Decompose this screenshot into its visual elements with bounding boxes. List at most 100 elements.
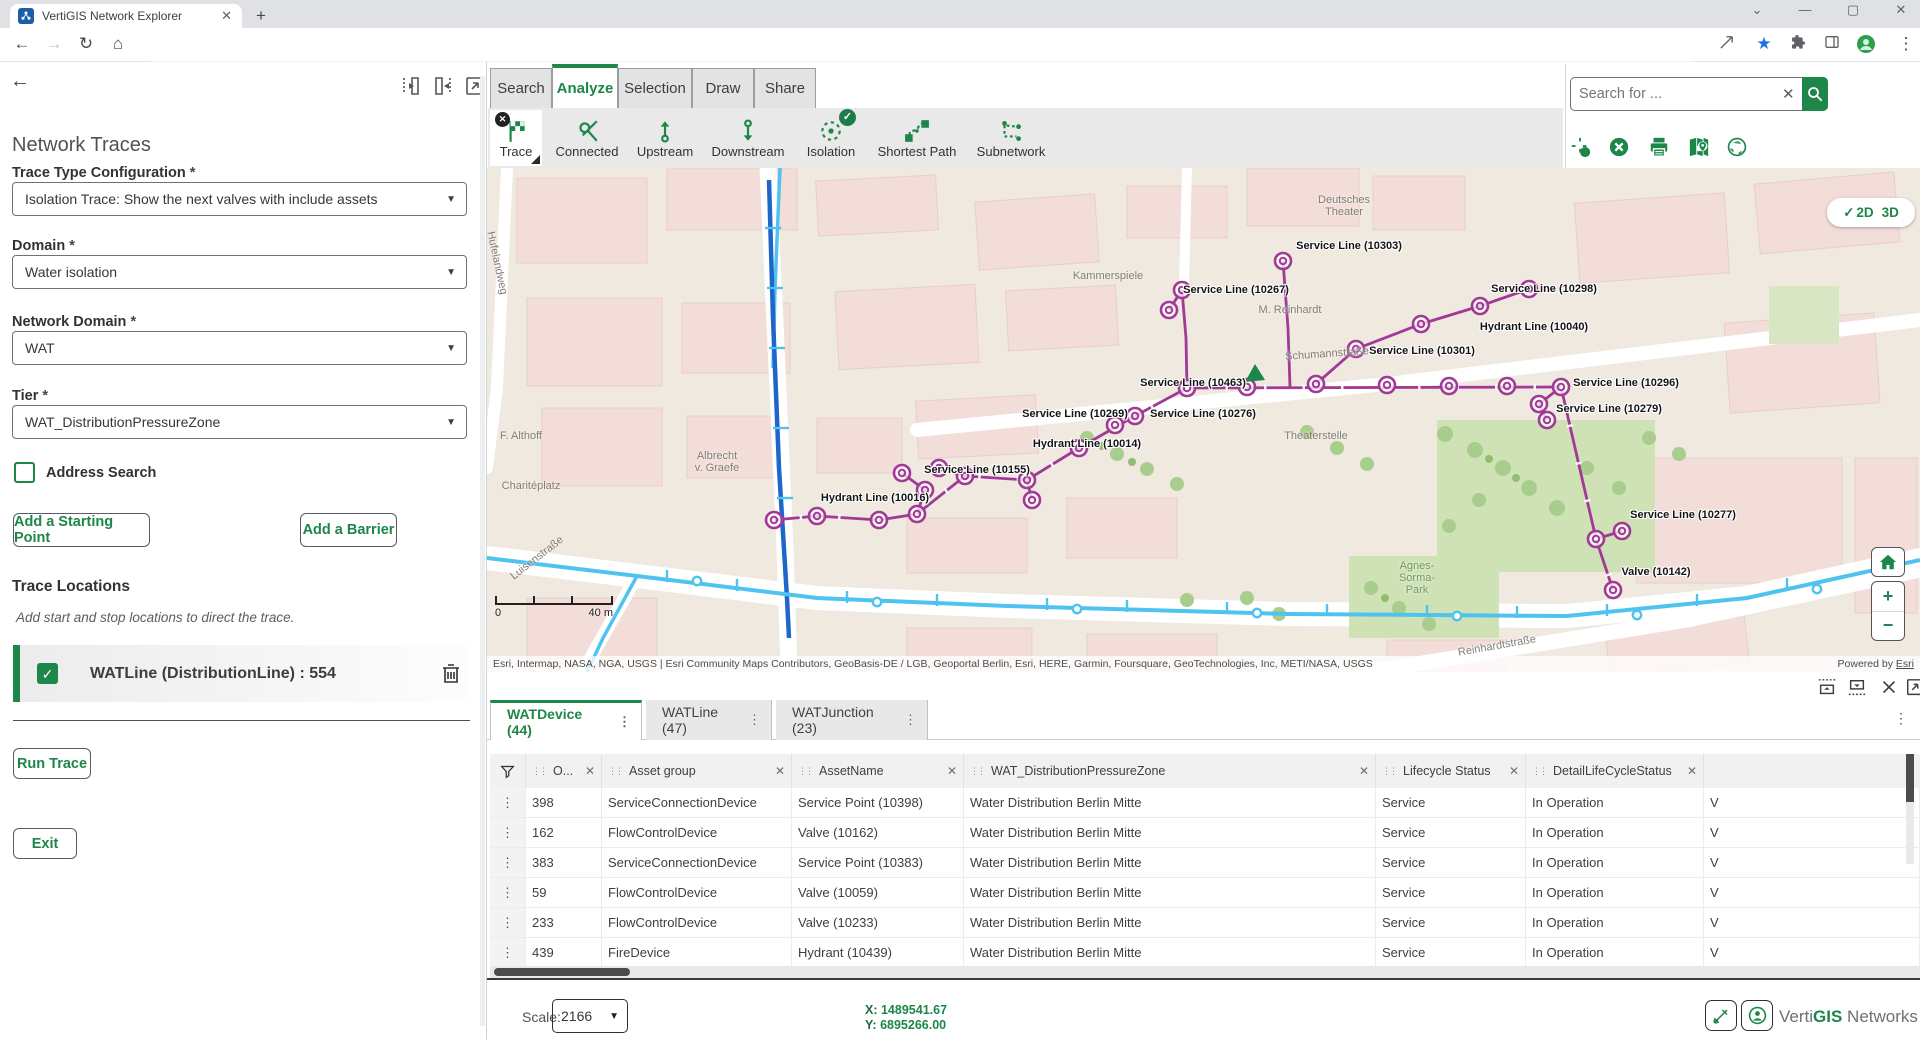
- trace-type-dropdown[interactable]: Isolation Trace: Show the next valves wi…: [12, 182, 467, 216]
- column-header[interactable]: ⋮⋮ O... ✕: [526, 754, 602, 788]
- side-panel-icon[interactable]: [1824, 34, 1848, 50]
- results-options-kebab-icon[interactable]: ⋮: [1894, 710, 1908, 727]
- bookmark-star-icon[interactable]: ★: [1752, 34, 1776, 54]
- table-row[interactable]: ⋮ 383 ServiceConnectionDevice Service Po…: [490, 848, 1920, 878]
- drag-handle-icon[interactable]: ⋮⋮: [608, 766, 622, 777]
- window-maximize-icon[interactable]: ▢: [1836, 2, 1870, 18]
- trace-location-checkbox[interactable]: ✓: [37, 663, 58, 684]
- results-tab[interactable]: WATLine (47) ⋮: [646, 700, 772, 740]
- ribbon-tool[interactable]: ✕✓ Subnetwork: [966, 110, 1056, 166]
- open-results-window-icon[interactable]: [1905, 678, 1920, 696]
- table-row[interactable]: ⋮ 59 FlowControlDevice Valve (10059) Wat…: [490, 878, 1920, 908]
- ribbon-tool[interactable]: ✕✓ Trace: [490, 110, 542, 166]
- remove-column-icon[interactable]: ✕: [775, 764, 785, 778]
- row-kebab-icon[interactable]: ⋮: [490, 818, 526, 848]
- browser-menu-kebab-icon[interactable]: ⋮: [1894, 34, 1918, 54]
- drag-handle-icon[interactable]: ⋮⋮: [1382, 766, 1396, 777]
- ribbon-tool[interactable]: ✕✓ Isolation: [794, 110, 868, 166]
- browser-tab[interactable]: VertiGIS Network Explorer ✕: [10, 4, 242, 28]
- share-icon[interactable]: [1718, 34, 1742, 51]
- map-action-icon[interactable]: [1688, 136, 1710, 158]
- panel-scrollbar[interactable]: [480, 76, 485, 1026]
- drag-handle-icon[interactable]: ⋮⋮: [970, 766, 984, 777]
- row-kebab-icon[interactable]: ⋮: [490, 848, 526, 878]
- table-row[interactable]: ⋮ 233 FlowControlDevice Valve (10233) Wa…: [490, 908, 1920, 938]
- results-tab[interactable]: WATJunction (23) ⋮: [776, 700, 928, 740]
- remove-column-icon[interactable]: ✕: [1687, 764, 1697, 778]
- grid-vertical-scrollbar[interactable]: [1906, 754, 1914, 864]
- toggle-3d[interactable]: 3D: [1882, 205, 1899, 220]
- drag-handle-icon[interactable]: ⋮⋮: [532, 766, 546, 777]
- map-action-icon[interactable]: [1648, 136, 1670, 158]
- window-minimize-icon[interactable]: —: [1788, 2, 1822, 17]
- dock-panel-right-icon[interactable]: [432, 75, 454, 97]
- map-home-button[interactable]: [1871, 547, 1905, 577]
- back-icon[interactable]: ←: [10, 34, 34, 54]
- remove-column-icon[interactable]: ✕: [947, 764, 957, 778]
- tab-kebab-icon[interactable]: ⋮: [618, 714, 631, 730]
- run-trace-button[interactable]: Run Trace: [13, 748, 91, 779]
- window-menu-icon[interactable]: ⌄: [1740, 2, 1774, 18]
- close-results-icon[interactable]: [1879, 678, 1899, 696]
- new-tab-button[interactable]: +: [256, 6, 266, 26]
- ribbon-tool[interactable]: ✕✓ Connected: [546, 110, 628, 166]
- table-row[interactable]: ⋮ 162 FlowControlDevice Valve (10162) Wa…: [490, 818, 1920, 848]
- add-starting-point-button[interactable]: Add a Starting Point: [13, 513, 150, 547]
- zoom-in-button[interactable]: +: [1872, 582, 1904, 612]
- ribbon-tab[interactable]: Selection: [618, 68, 692, 108]
- map-action-icon[interactable]: [1608, 136, 1630, 158]
- row-kebab-icon[interactable]: ⋮: [490, 788, 526, 818]
- extensions-icon[interactable]: [1790, 34, 1814, 50]
- ribbon-tool[interactable]: ✕✓ Downstream: [702, 110, 794, 166]
- tab-kebab-icon[interactable]: ⋮: [748, 712, 761, 728]
- domain-dropdown[interactable]: Water isolation▼: [12, 255, 467, 289]
- remove-column-icon[interactable]: ✕: [1509, 764, 1519, 778]
- user-button[interactable]: [1741, 1000, 1773, 1031]
- table-row[interactable]: ⋮ 398 ServiceConnectionDevice Service Po…: [490, 788, 1920, 818]
- dock-top-icon[interactable]: [1817, 678, 1837, 696]
- network-domain-dropdown[interactable]: WAT▼: [12, 331, 467, 365]
- tab-close-icon[interactable]: ✕: [219, 8, 234, 24]
- row-kebab-icon[interactable]: ⋮: [490, 938, 526, 968]
- search-button[interactable]: [1802, 77, 1828, 111]
- exit-button[interactable]: Exit: [13, 828, 77, 859]
- zoom-out-button[interactable]: −: [1872, 612, 1904, 641]
- row-kebab-icon[interactable]: ⋮: [490, 908, 526, 938]
- tier-dropdown[interactable]: WAT_DistributionPressureZone▼: [12, 405, 467, 439]
- forward-icon[interactable]: →: [42, 34, 66, 54]
- trace-location-item[interactable]: ✓ WATLine (DistributionLine) : 554: [13, 645, 470, 702]
- ribbon-tab[interactable]: Share: [754, 68, 816, 108]
- filter-header-cell[interactable]: [490, 754, 526, 788]
- column-header[interactable]: ⋮⋮ DetailLifeCycleStatus ✕: [1526, 754, 1704, 788]
- reload-icon[interactable]: ↻: [74, 34, 98, 54]
- ribbon-tab[interactable]: Analyze: [552, 64, 618, 108]
- tools-button[interactable]: [1705, 1000, 1737, 1031]
- map-view[interactable]: Service Line (10303)Service Line (10267)…: [487, 168, 1920, 672]
- address-search-checkbox[interactable]: [14, 462, 35, 483]
- map-action-icon[interactable]: i: [1570, 136, 1592, 158]
- drag-handle-icon[interactable]: ⋮⋮: [1532, 766, 1546, 777]
- ribbon-tool[interactable]: ✕✓ Upstream: [628, 110, 702, 166]
- map-search-box[interactable]: ✕: [1570, 77, 1828, 111]
- ribbon-tab[interactable]: Search: [490, 68, 552, 108]
- profile-avatar[interactable]: [1856, 34, 1880, 54]
- dock-bottom-icon[interactable]: [1847, 678, 1867, 696]
- column-header[interactable]: ⋮⋮ WAT_DistributionPressureZone ✕: [964, 754, 1376, 788]
- dock-panel-left-icon[interactable]: [400, 75, 422, 97]
- map-action-icon[interactable]: [1726, 136, 1748, 158]
- drag-handle-icon[interactable]: ⋮⋮: [798, 766, 812, 777]
- scale-dropdown[interactable]: 2166▼: [552, 999, 628, 1033]
- column-header[interactable]: ⋮⋮ Asset group ✕: [602, 754, 792, 788]
- ribbon-tool[interactable]: ✕✓ Shortest Path: [868, 110, 966, 166]
- ribbon-tab[interactable]: Draw: [692, 68, 754, 108]
- search-clear-icon[interactable]: ✕: [1774, 85, 1803, 103]
- grid-horizontal-scrollbar[interactable]: [490, 966, 1920, 978]
- view-2d-3d-toggle[interactable]: ✓2D 3D: [1827, 198, 1915, 227]
- row-kebab-icon[interactable]: ⋮: [490, 878, 526, 908]
- remove-column-icon[interactable]: ✕: [585, 764, 595, 778]
- results-tab[interactable]: WATDevice (44) ⋮: [490, 700, 642, 740]
- tab-kebab-icon[interactable]: ⋮: [904, 712, 917, 728]
- table-row[interactable]: ⋮ 439 FireDevice Hydrant (10439) Water D…: [490, 938, 1920, 968]
- search-input[interactable]: [1571, 86, 1774, 102]
- powered-by-esri[interactable]: Powered by Esri: [1838, 658, 1914, 670]
